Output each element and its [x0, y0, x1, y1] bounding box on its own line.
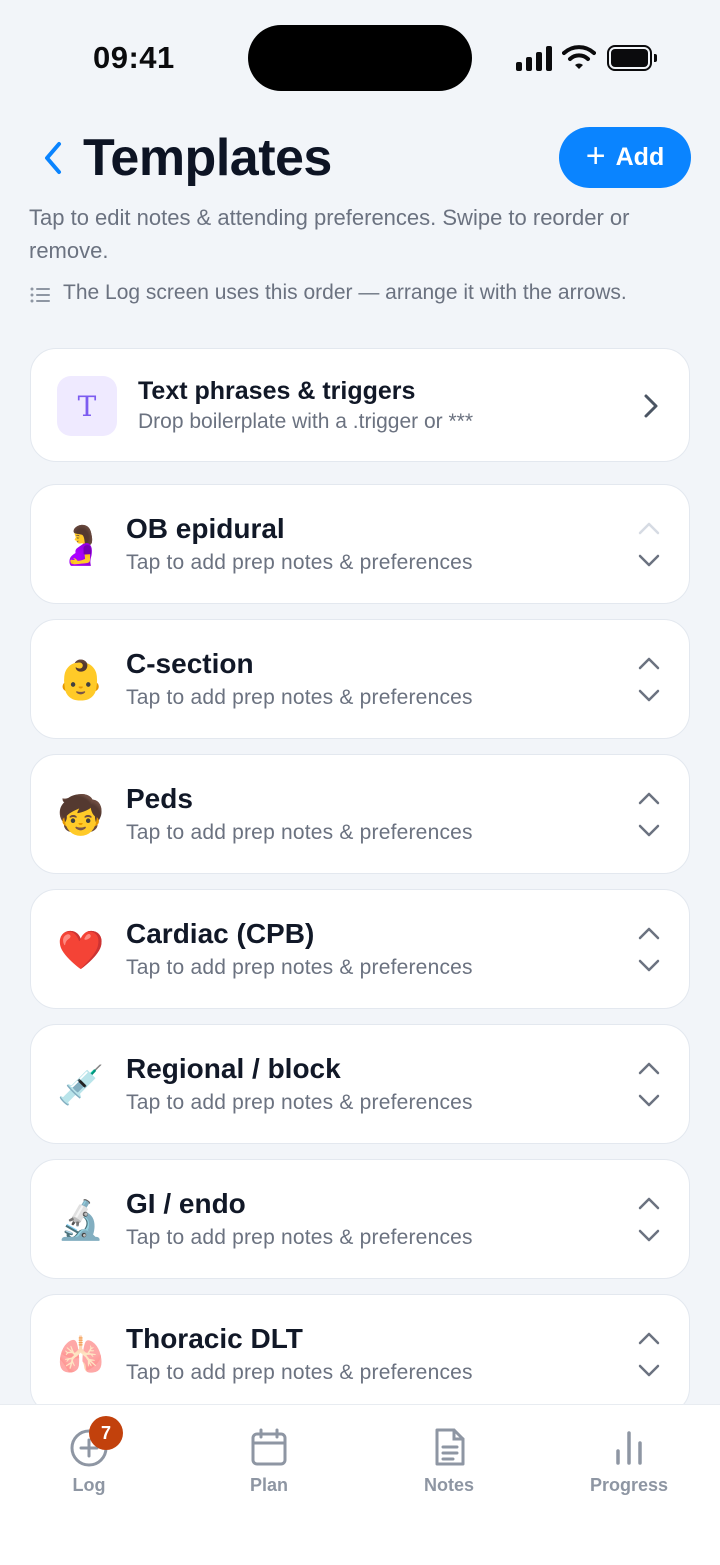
heart-icon: ❤️ — [57, 928, 105, 972]
pregnant-woman-icon: 🤰 — [57, 523, 105, 567]
template-subtitle: Tap to add prep notes & preferences — [126, 686, 473, 709]
syringe-icon: 💉 — [57, 1063, 105, 1107]
move-down-button[interactable] — [636, 823, 662, 839]
template-title: OB epidural — [126, 513, 285, 544]
page-subtitle: Tap to edit notes & attending preference… — [29, 205, 630, 263]
chevron-left-icon — [45, 142, 61, 174]
chevron-up-icon — [638, 1332, 660, 1345]
order-hint-text: The Log screen uses this order — arrange… — [63, 281, 627, 304]
template-subtitle: Tap to add prep notes & preferences — [126, 1091, 473, 1114]
template-card[interactable]: 🔬 GI / endo Tap to add prep notes & pref… — [30, 1159, 690, 1279]
calendar-icon — [251, 1428, 287, 1466]
move-down-button[interactable] — [636, 553, 662, 569]
template-card[interactable]: ❤️ Cardiac (CPB) Tap to add prep notes &… — [30, 889, 690, 1009]
tab-progress[interactable]: Progress — [569, 1423, 689, 1503]
bar-chart-icon — [616, 1431, 642, 1465]
tab-notes[interactable]: Notes — [389, 1423, 509, 1503]
battery-icon — [607, 45, 657, 71]
tab-label: Progress — [589, 1475, 669, 1495]
text-phrases-card[interactable]: T Text phrases & triggers Drop boilerpla… — [30, 348, 690, 462]
chevron-up-icon — [638, 657, 660, 670]
add-template-button[interactable]: + Add — [559, 127, 691, 188]
wifi-icon — [562, 45, 596, 69]
phrases-title: Text phrases & triggers — [138, 377, 416, 405]
order-hint: The Log screen uses this order — arrange… — [29, 278, 689, 308]
chevron-up-icon — [638, 927, 660, 940]
move-up-button[interactable] — [636, 790, 662, 806]
move-down-button[interactable] — [636, 688, 662, 704]
baby-icon: 👶 — [57, 658, 105, 702]
template-subtitle: Tap to add prep notes & preferences — [126, 956, 473, 979]
template-title: Peds — [126, 783, 193, 814]
template-subtitle: Tap to add prep notes & preferences — [126, 1226, 473, 1249]
move-up-button[interactable] — [636, 1060, 662, 1076]
chevron-down-icon — [638, 689, 660, 702]
template-title: GI / endo — [126, 1188, 246, 1219]
list-icon — [30, 287, 50, 303]
document-icon — [435, 1428, 465, 1466]
template-card[interactable]: 🧒 Peds Tap to add prep notes & preferenc… — [30, 754, 690, 874]
chevron-down-icon — [638, 1364, 660, 1377]
move-up-button[interactable] — [636, 1195, 662, 1211]
template-subtitle: Tap to add prep notes & preferences — [126, 821, 473, 844]
template-subtitle: Tap to add prep notes & preferences — [126, 1361, 473, 1384]
template-card[interactable]: 👶 C-section Tap to add prep notes & pref… — [30, 619, 690, 739]
back-button[interactable] — [36, 138, 70, 178]
text-icon: T — [57, 376, 117, 436]
chevron-up-icon — [638, 1197, 660, 1210]
template-card[interactable]: 🫁 Thoracic DLT Tap to add prep notes & p… — [30, 1294, 690, 1414]
page-title: Templates — [83, 129, 332, 187]
status-time: 09:41 — [93, 40, 175, 75]
tab-label: Log — [72, 1475, 106, 1495]
chevron-right-icon — [644, 394, 658, 418]
plus-icon: + — [585, 137, 606, 175]
cellular-signal-icon — [516, 46, 552, 71]
template-title: Cardiac (CPB) — [126, 918, 315, 949]
template-title: Regional / block — [126, 1053, 341, 1084]
lungs-icon: 🫁 — [57, 1333, 105, 1377]
chevron-down-icon — [638, 1229, 660, 1242]
move-up-button[interactable] — [636, 1330, 662, 1346]
chevron-up-icon — [638, 792, 660, 805]
move-down-button[interactable] — [636, 1363, 662, 1379]
log-count-badge: 7 — [89, 1416, 123, 1450]
template-card[interactable]: 💉 Regional / block Tap to add prep notes… — [30, 1024, 690, 1144]
child-icon: 🧒 — [57, 793, 105, 837]
phrases-subtitle: Drop boilerplate with a .trigger or *** — [138, 410, 473, 433]
chevron-down-icon — [638, 959, 660, 972]
chevron-down-icon — [638, 824, 660, 837]
move-down-button[interactable] — [636, 1228, 662, 1244]
add-button-label: Add — [615, 143, 665, 171]
chevron-up-icon — [638, 1062, 660, 1075]
chevron-down-icon — [638, 554, 660, 567]
template-card[interactable]: 🤰 OB epidural Tap to add prep notes & pr… — [30, 484, 690, 604]
microscope-icon: 🔬 — [57, 1198, 105, 1242]
template-title: C-section — [126, 648, 254, 679]
move-up-button[interactable] — [636, 520, 662, 536]
tab-plan[interactable]: Plan — [209, 1423, 329, 1503]
move-up-button[interactable] — [636, 925, 662, 941]
chevron-down-icon — [638, 1094, 660, 1107]
status-bar: 09:41 — [0, 0, 720, 110]
tab-label: Plan — [249, 1475, 288, 1495]
tab-label: Notes — [423, 1475, 474, 1495]
chevron-up-icon — [638, 522, 660, 535]
template-title: Thoracic DLT — [126, 1323, 303, 1354]
move-up-button[interactable] — [636, 655, 662, 671]
move-down-button[interactable] — [636, 1093, 662, 1109]
move-down-button[interactable] — [636, 958, 662, 974]
template-subtitle: Tap to add prep notes & preferences — [126, 551, 473, 574]
dynamic-island — [248, 25, 472, 91]
